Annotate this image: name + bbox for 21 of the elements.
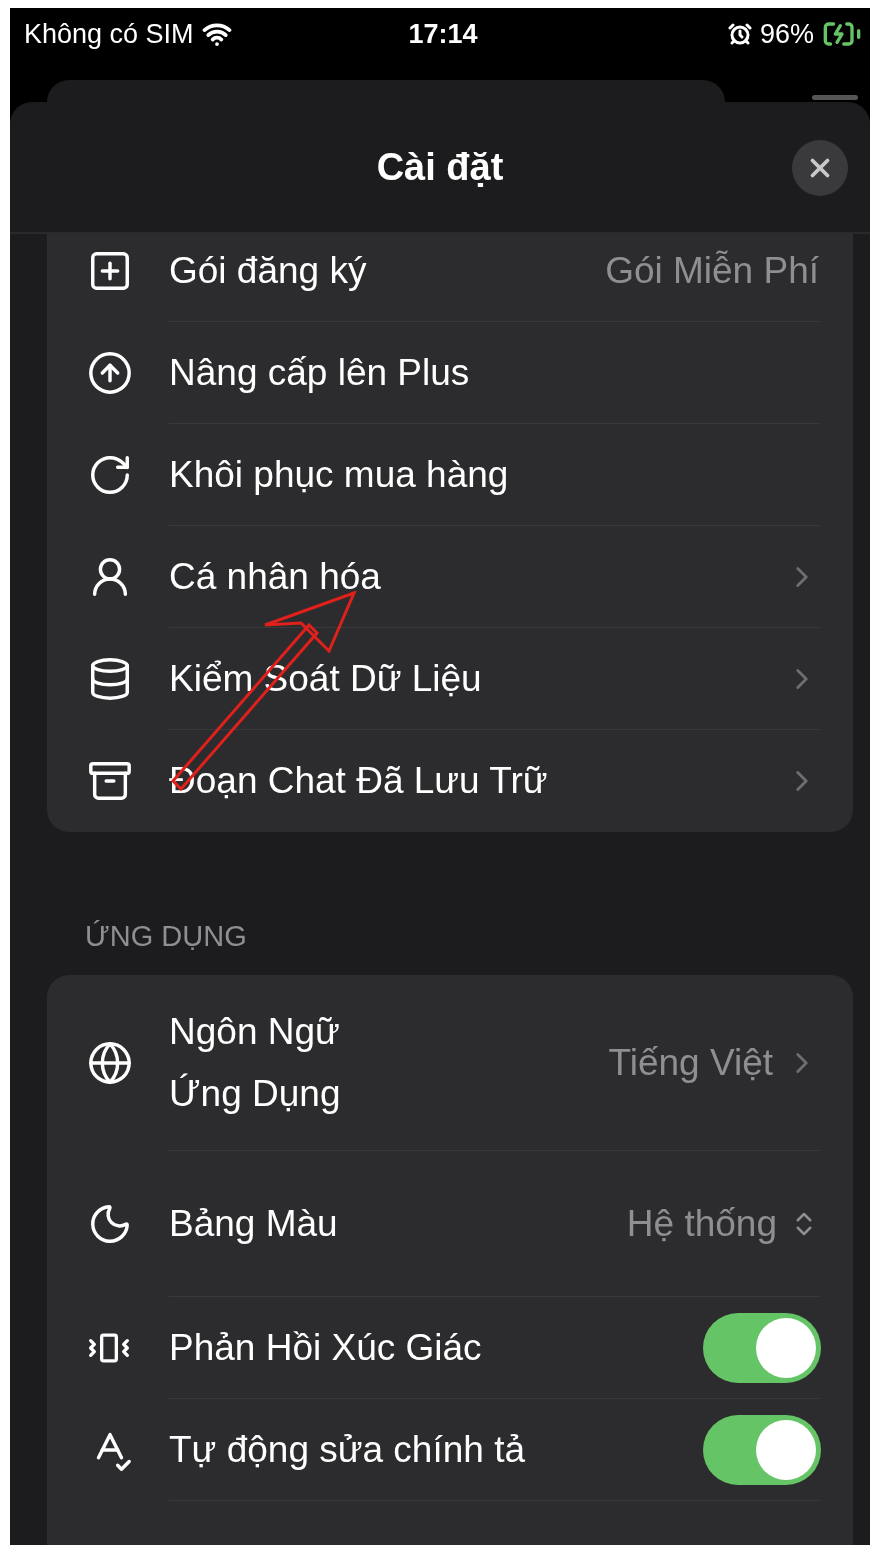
setting-label[interactable]: Cá nhân hóa: [169, 545, 773, 607]
setting-label[interactable]: Gói đăng ký: [169, 239, 594, 301]
arrow-up-circle-icon: [87, 350, 133, 396]
row-value: Tiếng Việt: [608, 1041, 773, 1084]
alarm-icon: [727, 22, 752, 46]
close-button[interactable]: [792, 140, 848, 196]
row-value: Hệ thống: [626, 1202, 777, 1245]
sheet-title: Cài đặt: [376, 145, 504, 189]
section-header: ỨNG DỤNG: [84, 919, 248, 954]
row-value: Gói Miễn Phí: [605, 249, 819, 292]
grabber-bar: [812, 95, 858, 100]
setting-label[interactable]: Bảng Màu: [169, 1192, 615, 1254]
setting-label[interactable]: Ngôn Ngữ Ứng Dụng: [169, 1001, 399, 1124]
setting-label[interactable]: Khôi phục mua hàng: [169, 443, 819, 505]
carrier-text: Không có SIM: [24, 18, 194, 50]
setting-label[interactable]: Tự động sửa chính tả: [169, 1418, 691, 1480]
setting-label[interactable]: Nâng cấp lên Plus: [169, 341, 819, 403]
battery-text: 96%: [759, 18, 814, 50]
globe-icon: [87, 1040, 133, 1086]
setting-label[interactable]: Phản Hồi Xúc Giác: [169, 1316, 691, 1378]
clock-text: 17:14: [408, 18, 478, 50]
